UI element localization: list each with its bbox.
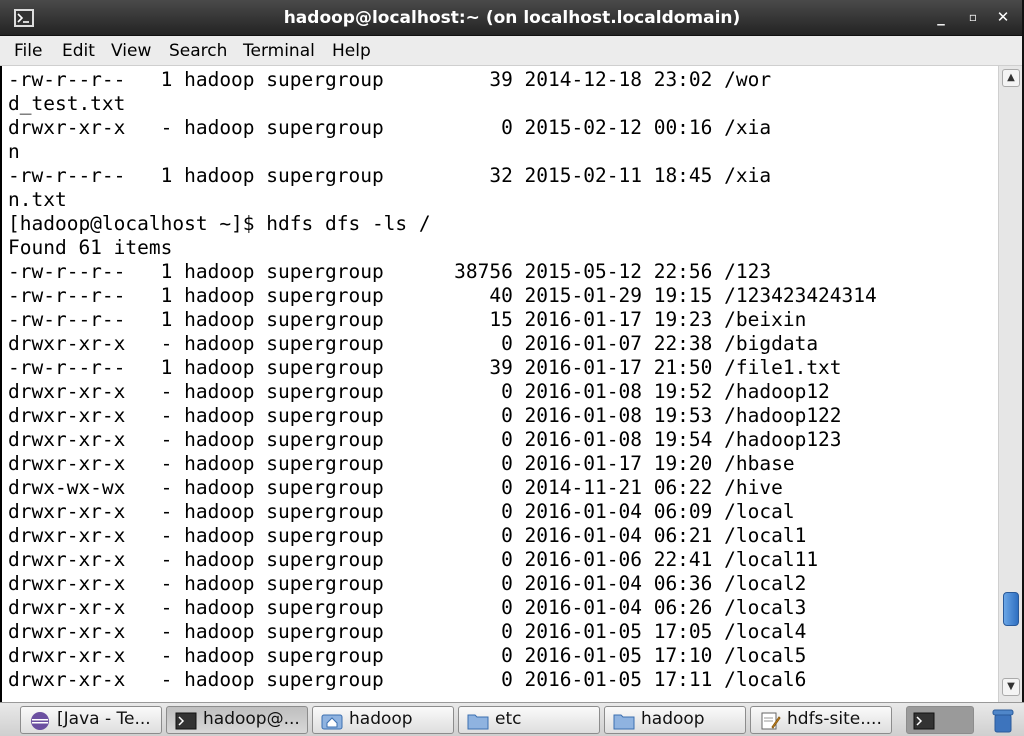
terminal-prompt-line: [hadoop@localhost ~]$ hdfs dfs -ls / (8, 212, 431, 235)
terminal-line: drwxr-xr-x - hadoop supergroup 0 2016-01… (8, 524, 807, 547)
terminal-line: drwxr-xr-x - hadoop supergroup 0 2016-01… (8, 452, 795, 475)
terminal-line: -rw-r--r-- 1 hadoop supergroup 39 2014-1… (8, 68, 772, 91)
task-label: hadoop (641, 709, 705, 729)
folder-icon (613, 711, 635, 731)
eclipse-icon (29, 711, 51, 731)
terminal-line: drwxr-xr-x - hadoop supergroup 0 2016-01… (8, 668, 807, 691)
menu-edit[interactable]: Edit (62, 41, 95, 61)
terminal-line: drwxr-xr-x - hadoop supergroup 0 2016-01… (8, 620, 807, 643)
task-hdfs-site-editor[interactable]: hdfs-site.... (750, 706, 892, 734)
home-folder-icon (321, 711, 343, 731)
task-label: [Java - Te... (57, 709, 151, 729)
task-label: hadoop@... (203, 709, 300, 729)
close-button[interactable]: ✕ (992, 6, 1014, 28)
terminal-line: drwxr-xr-x - hadoop supergroup 0 2016-01… (8, 500, 795, 523)
terminal-line: -rw-r--r-- 1 hadoop supergroup 38756 201… (8, 260, 772, 283)
terminal-line: drwxr-xr-x - hadoop supergroup 0 2016-01… (8, 548, 819, 571)
scroll-up-arrow-icon[interactable]: ▲ (1002, 69, 1020, 87)
terminal-icon (175, 711, 197, 731)
terminal-line: drwxr-xr-x - hadoop supergroup 0 2016-01… (8, 380, 830, 403)
task-java-eclipse[interactable]: [Java - Te... (20, 706, 162, 734)
terminal-window: hadoop@localhost:~ (on localhost.localdo… (0, 0, 1024, 702)
task-terminal[interactable]: hadoop@... (166, 706, 308, 734)
task-label: etc (495, 709, 522, 729)
terminal-line: -rw-r--r-- 1 hadoop supergroup 39 2016-0… (8, 356, 842, 379)
terminal-line: n.txt (8, 188, 67, 211)
trash-icon[interactable] (988, 706, 1018, 734)
terminal-line: drwxr-xr-x - hadoop supergroup 0 2016-01… (8, 596, 807, 619)
terminal-line: n (8, 140, 20, 163)
vertical-scrollbar[interactable]: ▲ ▼ (998, 66, 1022, 702)
task-home-folder[interactable]: hadoop (312, 706, 454, 734)
menu-terminal[interactable]: Terminal (243, 41, 315, 61)
minimize-button[interactable]: _ (930, 6, 952, 28)
menu-file[interactable]: File (14, 41, 42, 61)
terminal-line: -rw-r--r-- 1 hadoop supergroup 15 2016-0… (8, 308, 807, 331)
task-label: hdfs-site.... (787, 709, 882, 729)
terminal-line: Found 61 items (8, 236, 173, 259)
maximize-button[interactable]: ▫ (962, 6, 984, 28)
terminal-line: drwxr-xr-x - hadoop supergroup 0 2016-01… (8, 644, 807, 667)
terminal-line: -rw-r--r-- 1 hadoop supergroup 40 2015-0… (8, 284, 877, 307)
terminal-line: drwxr-xr-x - hadoop supergroup 0 2015-02… (8, 116, 772, 139)
terminal-output[interactable]: -rw-r--r-- 1 hadoop supergroup 39 2014-1… (2, 66, 998, 702)
text-editor-icon (759, 711, 781, 731)
menu-help[interactable]: Help (332, 41, 371, 61)
terminal-line: drwx-wx-wx - hadoop supergroup 0 2014-11… (8, 476, 783, 499)
terminal-line: d_test.txt (8, 92, 126, 115)
terminal-line: drwxr-xr-x - hadoop supergroup 0 2016-01… (8, 404, 842, 427)
menu-bar: File Edit View Search Terminal Help (0, 36, 1024, 66)
taskbar: [Java - Te... hadoop@... hadoop etc hado… (0, 702, 1024, 736)
task-hadoop-folder[interactable]: hadoop (604, 706, 746, 734)
scrollbar-thumb[interactable] (1003, 592, 1019, 626)
terminal-line: drwxr-xr-x - hadoop supergroup 0 2016-01… (8, 332, 819, 355)
menu-view[interactable]: View (111, 41, 151, 61)
terminal-line: drwxr-xr-x - hadoop supergroup 0 2016-01… (8, 428, 842, 451)
terminal-line: -rw-r--r-- 1 hadoop supergroup 32 2015-0… (8, 164, 772, 187)
menu-search[interactable]: Search (169, 41, 227, 61)
task-etc-folder[interactable]: etc (458, 706, 600, 734)
window-title: hadoop@localhost:~ (on localhost.localdo… (283, 8, 741, 28)
terminal-icon (913, 711, 935, 731)
terminal-line: drwxr-xr-x - hadoop supergroup 0 2016-01… (8, 572, 807, 595)
scroll-down-arrow-icon[interactable]: ▼ (1002, 678, 1020, 696)
task-label: hadoop (349, 709, 413, 729)
workspace-switcher[interactable] (906, 706, 974, 734)
title-bar[interactable]: hadoop@localhost:~ (on localhost.localdo… (0, 0, 1024, 36)
folder-icon (467, 711, 489, 731)
